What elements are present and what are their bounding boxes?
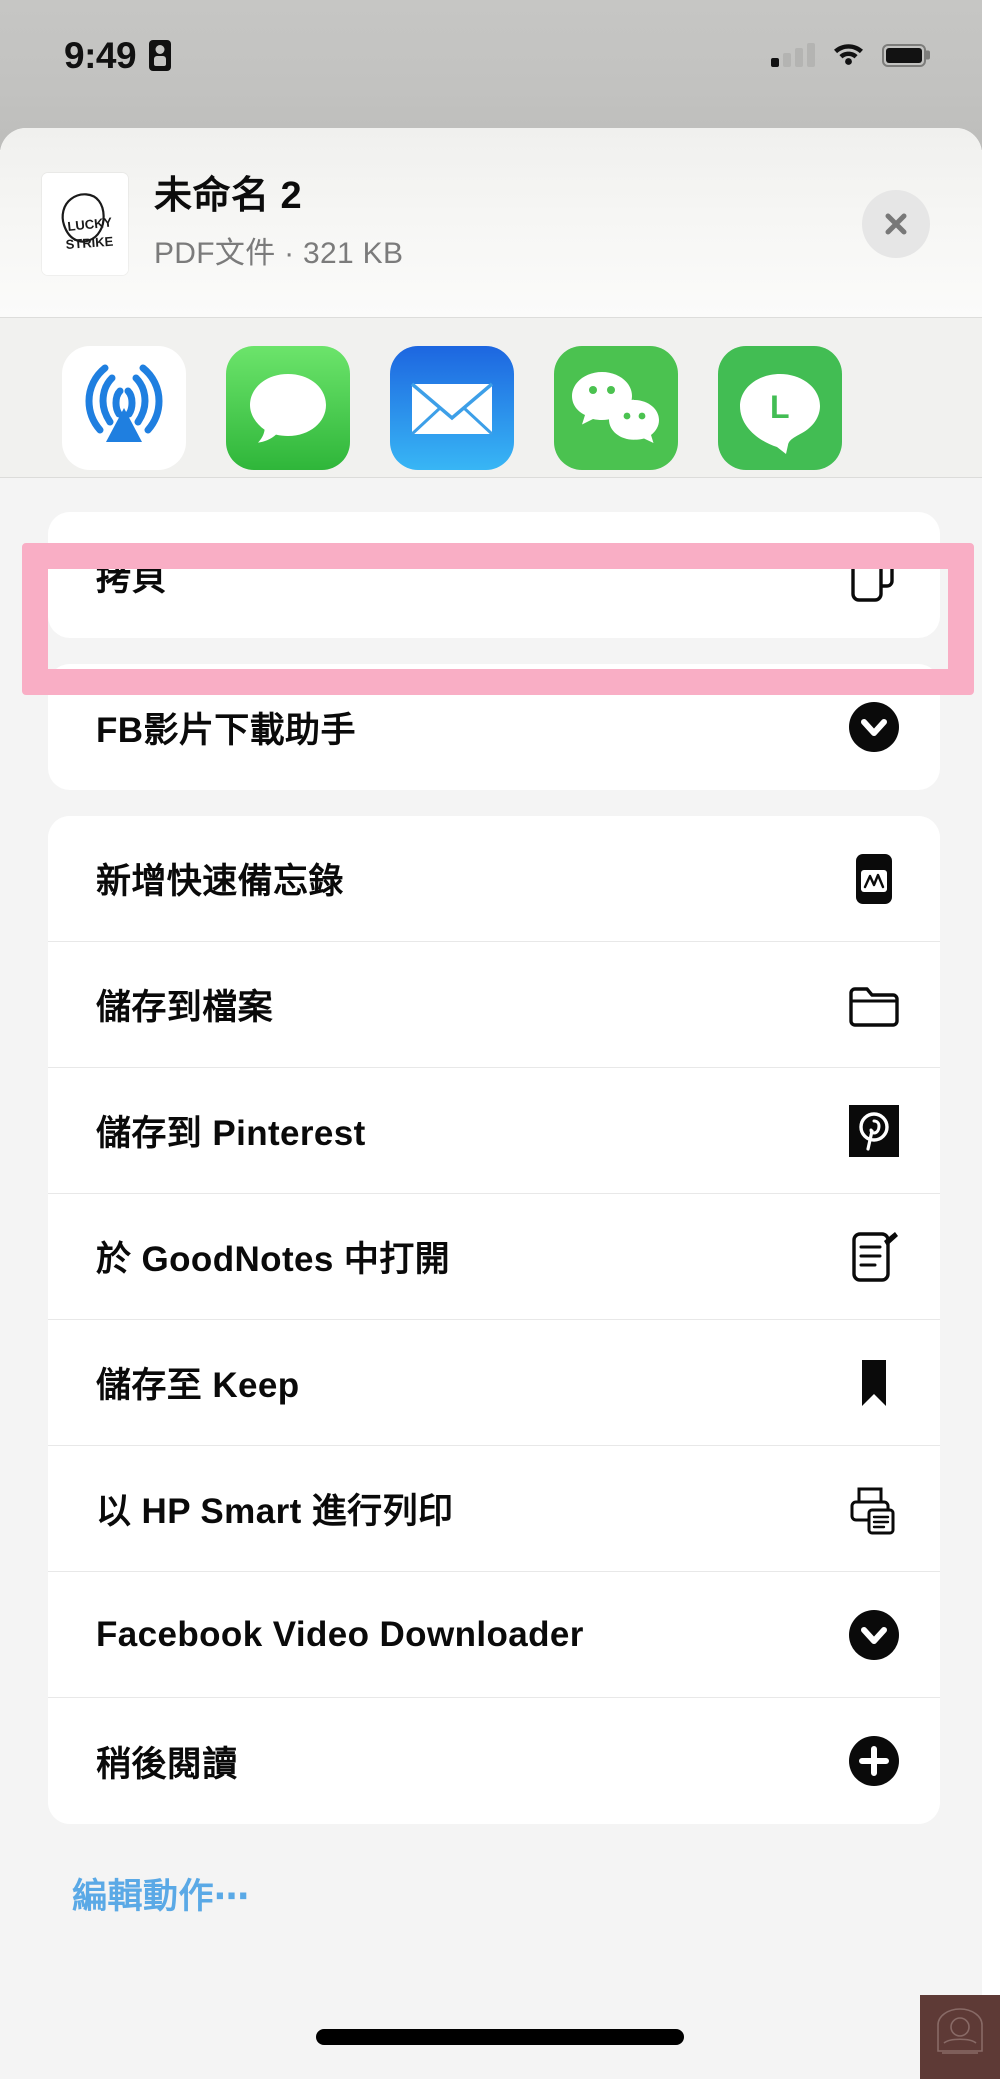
copy-documents-icon — [846, 547, 902, 603]
watermark-logo — [920, 1995, 1000, 2079]
action-row-copy[interactable]: 拷貝 — [48, 512, 940, 638]
status-bar-left: 9:49 — [64, 34, 172, 76]
printer-icon — [846, 1481, 902, 1537]
wechat-icon — [554, 346, 678, 470]
home-indicator[interactable] — [316, 2029, 684, 2045]
action-group-fb-helper: FB影片下載助手 — [48, 664, 940, 790]
share-sheet: LUCKY STRIKE 未命名 2 PDF文件 · 321 KB L 拷貝 F… — [0, 128, 982, 2079]
action-group-main: 新增快速備忘錄 儲存到檔案 儲存到 Pinterest 於 GoodNotes … — [48, 816, 940, 1824]
document-subtitle: PDF文件 · 321 KB — [154, 237, 404, 271]
chevron-down-circle-icon — [846, 1607, 902, 1663]
action-group-copy: 拷貝 — [48, 512, 940, 638]
close-icon[interactable] — [862, 189, 930, 258]
action-row-label: 拷貝 — [96, 558, 167, 598]
status-bar-clock: 9:49 — [64, 34, 137, 76]
action-row-save-to-files[interactable]: 儲存到檔案 — [48, 942, 940, 1068]
chevron-down-circle-icon — [846, 699, 902, 755]
action-row-label: 於 GoodNotes 中打開 — [96, 1240, 451, 1279]
id-card-icon — [149, 39, 172, 71]
document-header: LUCKY STRIKE 未命名 2 PDF文件 · 321 KB — [0, 128, 982, 318]
action-row-print-hp-smart[interactable]: 以 HP Smart 進行列印 — [48, 1446, 940, 1572]
cellular-signal-icon — [771, 43, 815, 67]
pinterest-icon — [846, 1103, 902, 1159]
share-target-mail[interactable]: 郵件 — [370, 346, 534, 477]
folder-icon — [846, 977, 902, 1033]
share-target-wechat[interactable]: WeChat — [534, 346, 698, 477]
iphone-screen: 9:49 LUCKY STRIKE 未命名 2 PDF文件 · 321 KB L… — [0, 0, 1000, 2079]
action-list: 拷貝 FB影片下載助手 新增快速備忘錄 儲存到檔案 儲存到 Pinterest … — [0, 512, 982, 1919]
quick-note-icon — [846, 851, 902, 907]
share-target-airdrop[interactable]: AirDrop — [42, 346, 206, 477]
action-row-label: 新增快速備忘錄 — [96, 862, 344, 901]
plus-circle-icon — [846, 1733, 902, 1789]
action-row-label: Facebook Video Downloader — [96, 1614, 584, 1654]
action-row-facebook-video-downloader[interactable]: Facebook Video Downloader — [48, 1572, 940, 1698]
wifi-icon — [832, 40, 865, 70]
action-row-quick-note[interactable]: 新增快速備忘錄 — [48, 816, 940, 942]
action-row-label: 儲存到檔案 — [96, 988, 274, 1027]
edit-actions-button[interactable]: 編輯動作⋯ — [0, 1850, 982, 1919]
mail-icon — [390, 346, 514, 470]
battery-icon — [882, 43, 926, 67]
action-row-label: FB影片下載助手 — [96, 710, 356, 750]
action-row-label: 儲存到 Pinterest — [96, 1114, 366, 1153]
action-row-fb-video-helper[interactable]: FB影片下載助手 — [48, 664, 940, 790]
svg-text:L: L — [770, 389, 790, 425]
line-icon: L — [718, 346, 842, 470]
airdrop-icon — [62, 346, 186, 470]
status-bar: 9:49 — [0, 0, 982, 110]
action-row-save-to-pinterest[interactable]: 儲存到 Pinterest — [48, 1068, 940, 1194]
share-target-messages[interactable]: 訊息 — [206, 346, 370, 477]
action-row-label: 儲存至 Keep — [96, 1366, 300, 1405]
bookmark-icon — [846, 1355, 902, 1411]
app-share-row[interactable]: AirDrop 訊息 郵件 — [0, 318, 982, 478]
action-row-open-in-goodnotes[interactable]: 於 GoodNotes 中打開 — [48, 1194, 940, 1320]
share-target-line[interactable]: L LINE — [698, 346, 862, 477]
document-thumbnail: LUCKY STRIKE — [42, 172, 128, 275]
goodnotes-icon — [846, 1229, 902, 1285]
action-row-read-later[interactable]: 稍後閱讀 — [48, 1698, 940, 1824]
screen-right-margin — [982, 0, 1000, 2079]
action-row-label: 稍後閱讀 — [96, 1744, 238, 1784]
status-bar-right — [771, 40, 926, 70]
action-row-save-to-keep[interactable]: 儲存至 Keep — [48, 1320, 940, 1446]
action-row-label: 以 HP Smart 進行列印 — [96, 1492, 454, 1531]
messages-icon — [226, 346, 350, 470]
document-meta: 未命名 2 PDF文件 · 321 KB — [154, 175, 862, 273]
document-title: 未命名 2 — [154, 174, 303, 217]
